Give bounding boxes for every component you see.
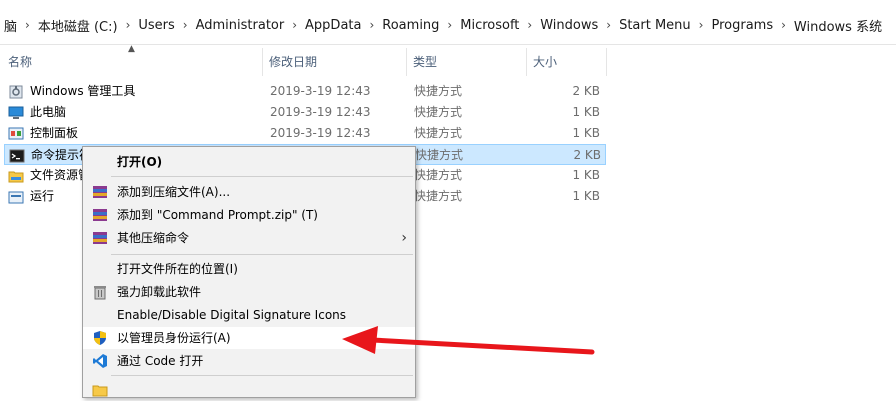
chevron-right-icon[interactable]: › [777, 18, 790, 32]
control-panel-icon [8, 127, 24, 140]
column-header-name[interactable]: 名称 [2, 46, 260, 78]
winrar-icon [93, 232, 107, 244]
breadcrumb-item[interactable]: Start Menu [615, 18, 695, 33]
menu-separator [111, 375, 413, 376]
menu-item-open-code[interactable]: 通过 Code 打开 [83, 350, 415, 372]
menu-item-signature[interactable]: Enable/Disable Digital Signature Icons [83, 304, 415, 326]
breadcrumb-item[interactable]: AppData [301, 18, 365, 33]
column-header-type[interactable]: 类型 [407, 46, 525, 78]
menu-item-label: 添加到压缩文件(A)... [117, 185, 231, 199]
chevron-right-icon[interactable]: › [602, 18, 615, 32]
file-size: 1 KB [572, 105, 600, 119]
chevron-right-icon[interactable]: › [443, 18, 456, 32]
run-icon [8, 191, 24, 204]
chevron-right-icon[interactable]: › [179, 18, 192, 32]
folder-icon [8, 171, 24, 183]
admin-tools-icon [9, 85, 23, 99]
menu-item-force-uninstall[interactable]: 强力卸载此软件 [83, 281, 415, 303]
chevron-right-icon[interactable]: › [21, 18, 34, 32]
menu-item-label: 添加到 "Command Prompt.zip" (T) [117, 208, 318, 222]
computer-icon [8, 106, 24, 119]
menu-item-label: 打开(O) [117, 155, 163, 169]
chevron-right-icon[interactable]: › [122, 18, 135, 32]
menu-item-add-zip[interactable]: 添加到 "Command Prompt.zip" (T) [83, 204, 415, 226]
breadcrumb-item[interactable]: Windows [536, 18, 602, 33]
file-name: 运行 [30, 189, 55, 203]
context-menu: 打开(O) 添加到压缩文件(A)... 添加到 "Command Prompt.… [82, 146, 416, 398]
menu-item-label: 强力卸载此软件 [117, 285, 202, 299]
menu-item-open-location[interactable]: 打开文件所在的位置(I) [83, 258, 415, 280]
file-name: Windows 管理工具 [30, 84, 136, 98]
column-divider[interactable] [606, 48, 607, 76]
file-row[interactable]: Windows 管理工具 2019-3-19 12:43 快捷方式 2 KB [4, 81, 606, 102]
menu-item-partial[interactable] [83, 379, 415, 401]
file-size: 2 KB [573, 148, 601, 162]
file-name: 此电脑 [30, 105, 67, 119]
column-header-date[interactable]: 修改日期 [263, 46, 405, 78]
menu-item-label: 以管理员身份运行(A) [117, 331, 231, 345]
winrar-icon [93, 209, 107, 221]
breadcrumb-item[interactable]: Microsoft [456, 18, 523, 33]
breadcrumb-item[interactable]: 本地磁盘 (C:) [34, 16, 122, 35]
cmd-icon [9, 149, 25, 163]
file-date: 2019-3-19 12:43 [270, 126, 371, 140]
column-headers: ▲ 名称 修改日期 类型 大小 [0, 44, 896, 78]
menu-item-label: Enable/Disable Digital Signature Icons [117, 308, 347, 322]
chevron-right-icon[interactable]: › [365, 18, 378, 32]
menu-item-other-compress[interactable]: 其他压缩命令 › [83, 227, 415, 249]
chevron-right-icon[interactable]: › [288, 18, 301, 32]
menu-item-run-as-admin[interactable]: 以管理员身份运行(A) [83, 327, 415, 349]
breadcrumb-item[interactable]: Users [134, 18, 178, 33]
file-row[interactable]: 此电脑 2019-3-19 12:43 快捷方式 1 KB [4, 102, 606, 123]
breadcrumb-item[interactable]: Windows 系统 [790, 16, 886, 35]
menu-item-label: 打开文件所在的位置(I) [117, 262, 238, 276]
file-type: 快捷方式 [414, 126, 463, 140]
file-size: 1 KB [572, 168, 600, 182]
file-type: 快捷方式 [414, 189, 463, 203]
file-size: 1 KB [572, 189, 600, 203]
file-date: 2019-3-19 12:43 [270, 84, 371, 98]
file-date: 2019-3-19 12:43 [270, 105, 371, 119]
menu-separator [111, 176, 413, 177]
folder-icon [92, 385, 108, 397]
menu-separator [111, 254, 413, 255]
uac-shield-icon [94, 331, 106, 345]
chevron-right-icon[interactable]: › [695, 18, 708, 32]
breadcrumb-item[interactable]: 脑 [0, 16, 21, 35]
menu-item-label: 通过 Code 打开 [117, 354, 204, 368]
file-type: 快捷方式 [414, 84, 463, 98]
menu-item-label: 其他压缩命令 [117, 231, 190, 245]
breadcrumb-item[interactable]: Programs [707, 18, 777, 33]
submenu-arrow-icon: › [401, 230, 407, 246]
trash-icon [94, 286, 106, 300]
file-type: 快捷方式 [415, 148, 464, 162]
file-size: 1 KB [572, 126, 600, 140]
breadcrumb-item[interactable]: Administrator [192, 18, 289, 33]
file-row[interactable]: 控制面板 2019-3-19 12:43 快捷方式 1 KB [4, 123, 606, 144]
winrar-icon [93, 186, 107, 198]
file-size: 2 KB [572, 84, 600, 98]
menu-item-open[interactable]: 打开(O) [83, 151, 415, 173]
file-name: 控制面板 [30, 126, 79, 140]
vscode-icon [93, 354, 107, 368]
menu-item-add-archive[interactable]: 添加到压缩文件(A)... [83, 181, 415, 203]
breadcrumb: 脑 › 本地磁盘 (C:) › Users › Administrator › … [0, 15, 886, 35]
file-type: 快捷方式 [414, 168, 463, 182]
file-type: 快捷方式 [414, 105, 463, 119]
column-header-size[interactable]: 大小 [527, 46, 605, 78]
address-bar[interactable]: 脑 › 本地磁盘 (C:) › Users › Administrator › … [0, 0, 896, 45]
chevron-right-icon[interactable]: › [523, 18, 536, 32]
breadcrumb-item[interactable]: Roaming [378, 18, 443, 33]
